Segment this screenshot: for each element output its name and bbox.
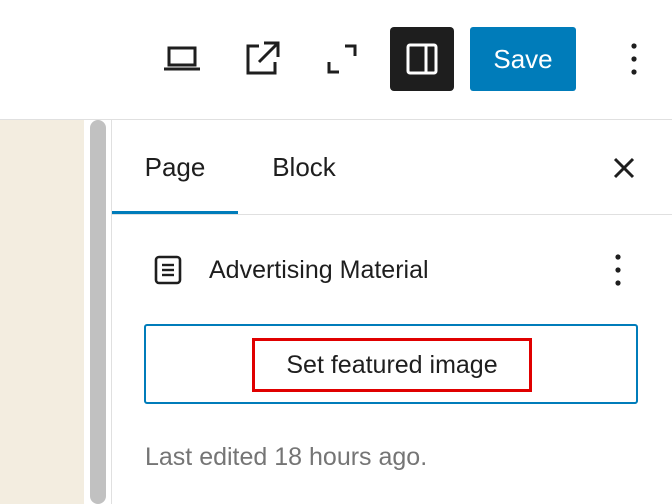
set-featured-image-label: Set featured image: [252, 338, 532, 392]
editor-toolbar: Save: [0, 0, 672, 120]
close-sidebar-button[interactable]: [600, 144, 648, 192]
view-page-button[interactable]: [230, 27, 294, 91]
settings-sidebar: Page Block Advertising Material Set feat…: [111, 120, 672, 504]
laptop-icon: [164, 46, 200, 71]
options-button[interactable]: [592, 27, 656, 91]
set-featured-image-button[interactable]: Set featured image: [144, 324, 638, 404]
editor-canvas[interactable]: [0, 120, 84, 504]
external-link-icon: [246, 41, 280, 75]
last-edited-text: Last edited 18 hours ago.: [145, 443, 428, 471]
more-vertical-icon: [615, 254, 621, 286]
settings-toggle-button[interactable]: [390, 27, 454, 91]
close-icon: [613, 157, 635, 179]
scrollbar[interactable]: [90, 120, 106, 504]
sidebar-tabs: Page Block: [112, 120, 672, 215]
sidebar-toggle-icon: [406, 43, 438, 75]
tab-page[interactable]: Page: [112, 120, 238, 214]
document-title: Advertising Material: [209, 256, 429, 284]
more-vertical-icon: [631, 43, 637, 75]
page-icon: [154, 255, 182, 285]
fullscreen-icon: [327, 44, 357, 74]
active-tab-indicator: [112, 211, 238, 214]
preview-button[interactable]: [150, 27, 214, 91]
document-actions-button[interactable]: [598, 246, 638, 294]
tab-block[interactable]: Block: [244, 120, 364, 214]
save-button[interactable]: Save: [470, 27, 576, 91]
document-summary: Advertising Material: [112, 238, 672, 302]
fullscreen-button[interactable]: [310, 27, 374, 91]
